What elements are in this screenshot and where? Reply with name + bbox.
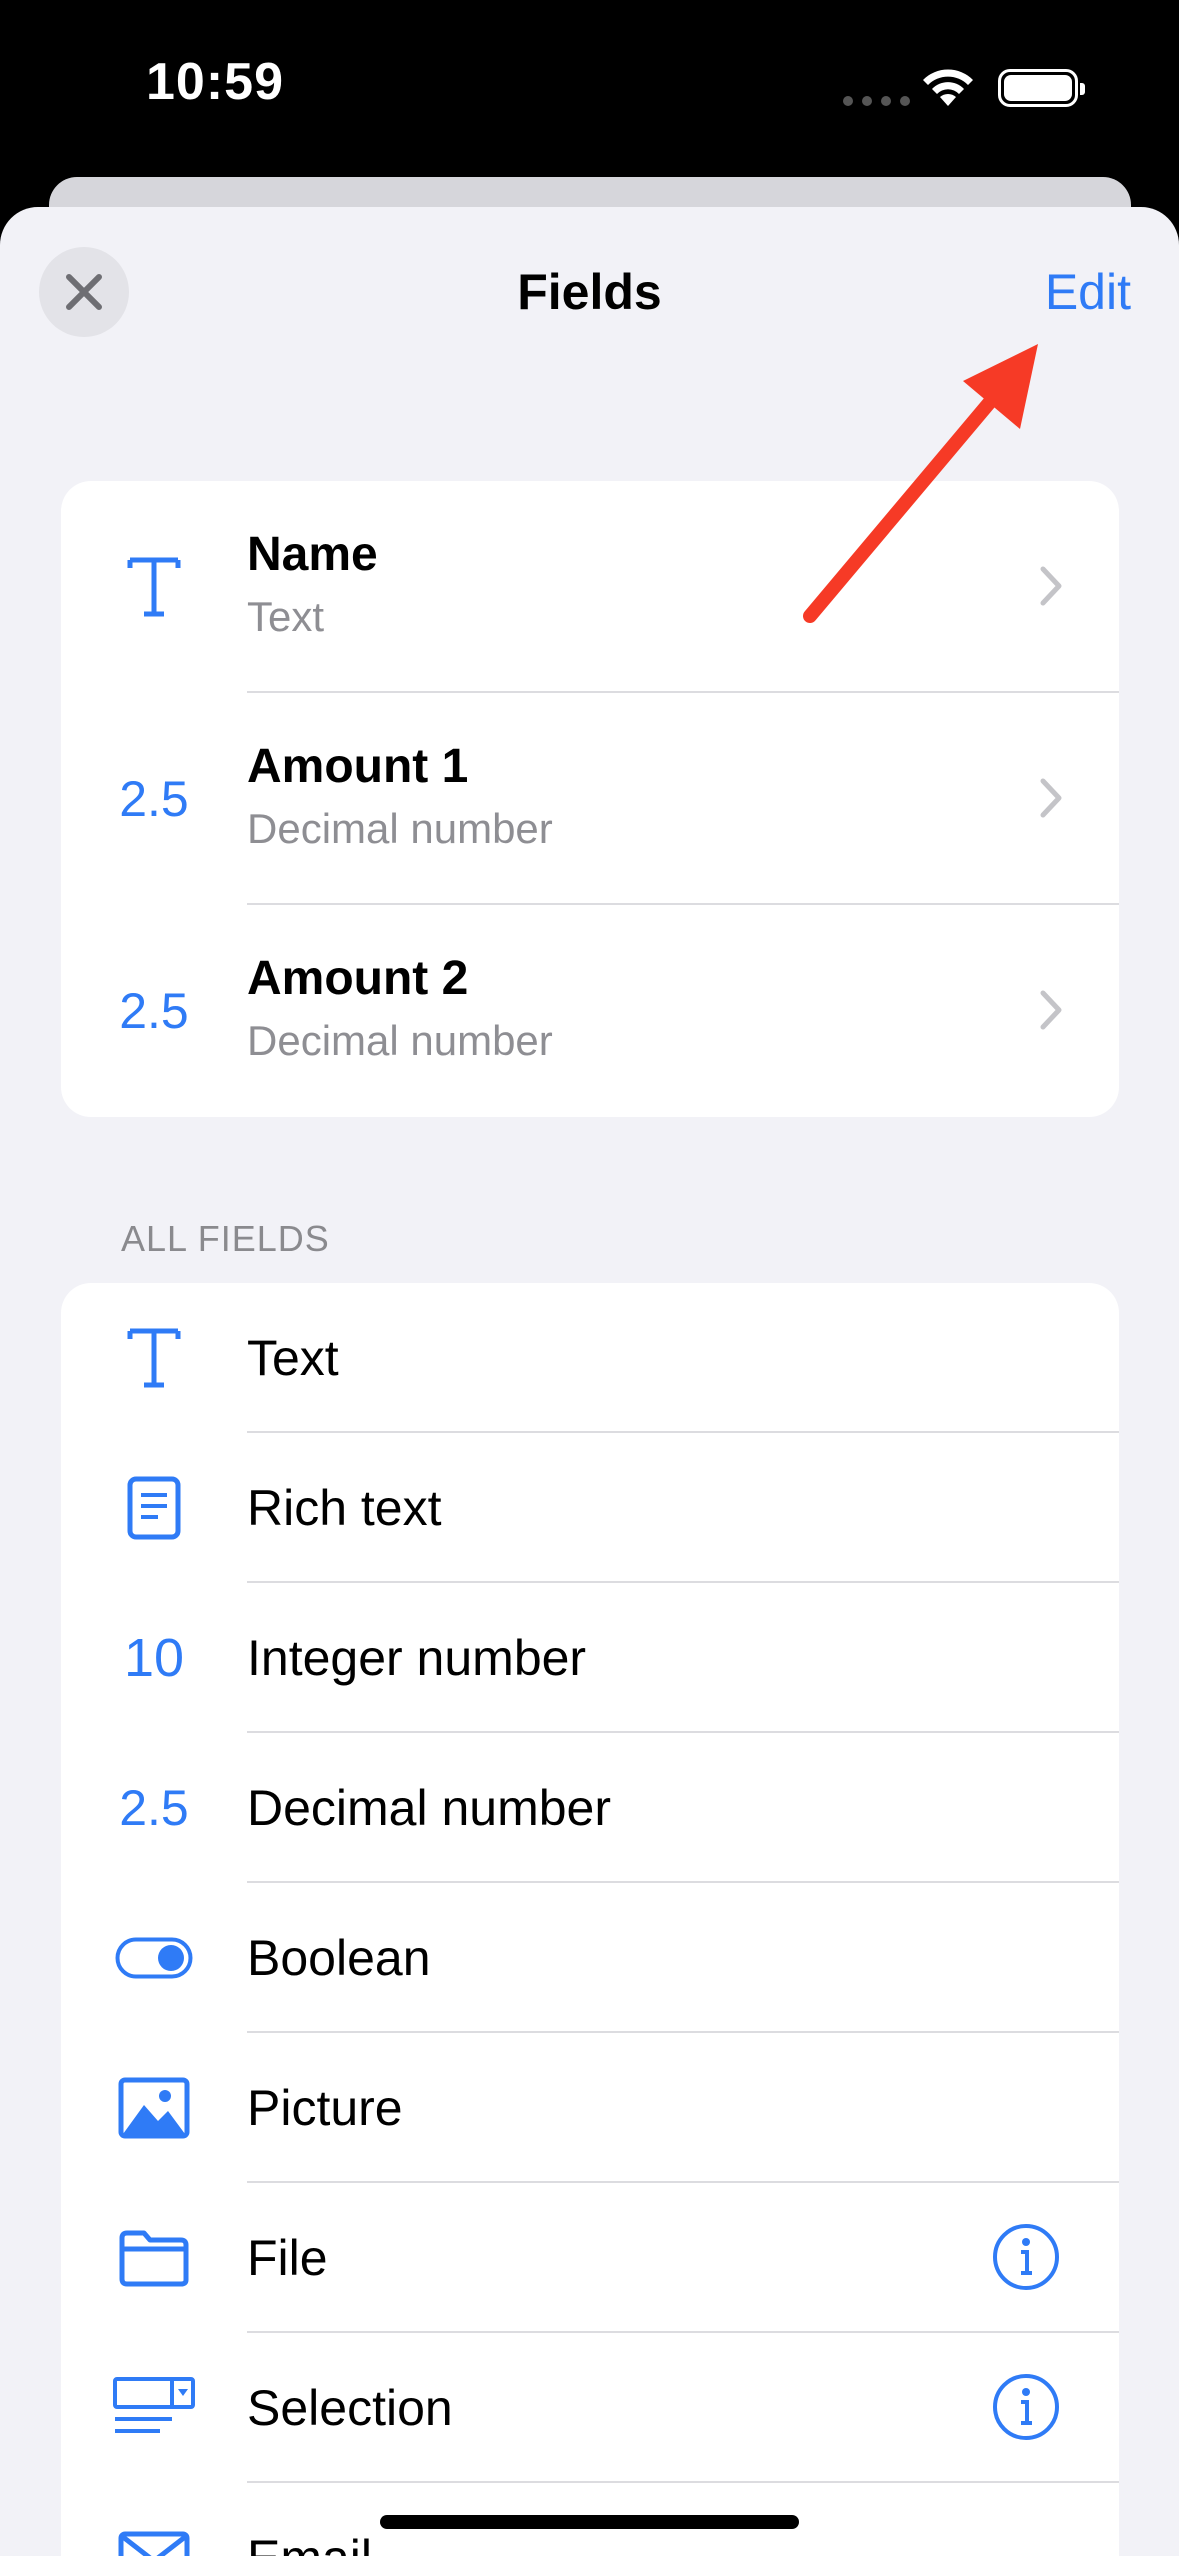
field-type-label: Email [247,2529,372,2556]
selection-icon [61,2333,247,2483]
wifi-icon [923,69,973,106]
field-name: Name [247,528,378,581]
field-type: Decimal number [247,1017,553,1064]
field-row-name[interactable]: Name Text [61,481,1119,693]
field-row-amount-1[interactable]: 2.5 Amount 1 Decimal number [61,693,1119,905]
field-name: Amount 2 [247,952,469,1005]
document-icon [61,1433,247,1583]
field-type-label: File [247,2230,328,2286]
decimal-icon: 2.5 [119,771,189,827]
current-fields-card: Name Text 2.5 Amount 1 Decimal number 2.… [61,481,1119,1117]
field-type-text[interactable]: Text [61,1283,1119,1433]
all-fields-card: Text Rich text 10 Integer number 2.5 Dec… [61,1283,1119,2556]
integer-icon: 10 [123,1628,185,1688]
status-time: 10:59 [146,53,284,111]
decimal-icon: 2.5 [119,1780,189,1836]
home-indicator[interactable] [380,2515,799,2529]
chevron-right-icon [1040,990,1062,1030]
field-type-label: Decimal number [247,1780,612,1836]
page-title: Fields [517,264,662,320]
signal-icon [843,96,910,106]
info-icon [1021,2388,1032,2425]
battery-icon [998,69,1085,107]
field-type-label: Text [247,1330,339,1386]
field-type-label: Boolean [247,1930,431,1986]
field-type-decimal[interactable]: 2.5 Decimal number [61,1733,1119,1883]
field-type-label: Rich text [247,1480,442,1536]
field-type-boolean[interactable]: Boolean [61,1883,1119,2033]
field-type-label: Integer number [247,1630,587,1686]
field-row-amount-2[interactable]: 2.5 Amount 2 Decimal number [61,905,1119,1117]
chevron-right-icon [1040,778,1062,818]
chevron-right-icon [1040,566,1062,606]
text-icon [61,481,247,693]
field-type-rich-text[interactable]: Rich text [61,1433,1119,1583]
fields-sheet: Fields Edit Name Text 2.5 Amount 1 Decim… [0,207,1179,2556]
folder-icon [61,2183,247,2333]
picture-icon [61,2033,247,2183]
text-icon [61,1283,247,1433]
field-type-selection[interactable]: Selection [61,2333,1119,2483]
toggle-icon [61,1883,247,2033]
field-name: Amount 1 [247,740,469,793]
status-bar: 10:59 [0,0,1179,175]
section-header-all-fields: ALL FIELDS [121,1218,330,1259]
field-type: Decimal number [247,805,553,852]
info-button[interactable] [993,2374,1059,2440]
decimal-icon: 2.5 [119,983,189,1039]
field-type-picture[interactable]: Picture [61,2033,1119,2183]
field-type-integer[interactable]: 10 Integer number [61,1583,1119,1733]
info-icon [1021,2238,1032,2275]
field-type-label: Picture [247,2080,403,2136]
field-type-label: Selection [247,2380,453,2436]
edit-button[interactable]: Edit [1045,263,1131,321]
field-type-file[interactable]: File [61,2183,1119,2333]
envelope-icon [61,2483,247,2556]
field-type: Text [247,593,325,640]
info-button[interactable] [993,2224,1059,2290]
